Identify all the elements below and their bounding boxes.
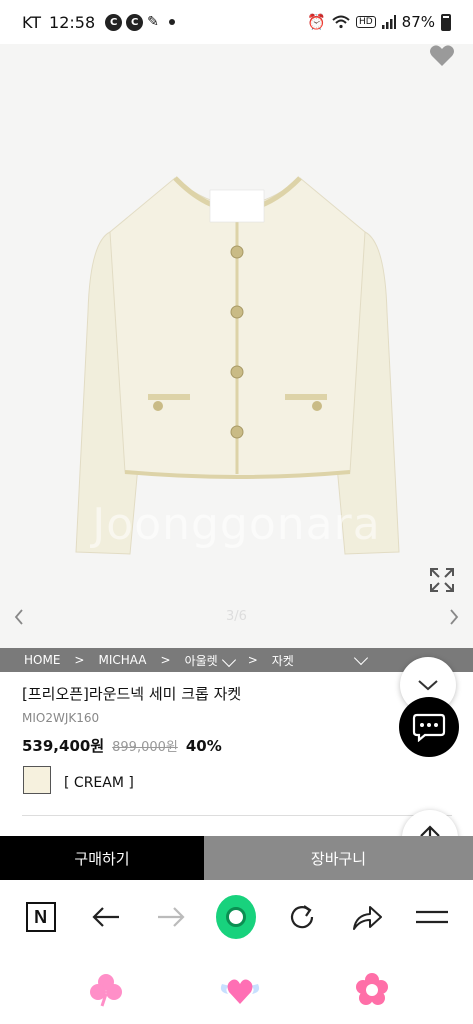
chevron-down-icon [418,680,438,691]
green-dot-button[interactable] [216,895,257,939]
wifi-icon [332,15,350,29]
signal-icon [381,15,396,29]
chevron-down-icon[interactable] [353,650,368,665]
naver-home-button[interactable]: N [21,897,61,937]
discount-rate: 40% [185,737,222,755]
breadcrumb: HOME > MICHAA > 아울렛 > 자켓 [0,648,473,672]
image-pager: 3/6 [226,609,247,624]
next-image-icon[interactable] [447,607,461,627]
back-button[interactable] [86,897,126,937]
menu-icon [416,910,449,924]
expand-icon[interactable] [429,567,455,593]
color-option-label[interactable]: [ CREAM ] [64,775,134,791]
battery-percent: 87% [401,13,435,31]
clock: 12:58 [49,12,96,32]
product-code: MIO2WJK160 [22,711,100,725]
status-bar: KT 12:58 C C ✎ ⏰ HD 87% [0,0,473,44]
color-swatch[interactable] [23,766,51,794]
sticker-bar [0,960,473,1024]
carrier-label: KT [22,12,42,32]
cart-button[interactable]: 장바구니 [204,836,473,880]
breadcrumb-subcategory-label: 자켓 [271,653,294,668]
green-dot-icon [216,895,257,939]
divider [22,815,452,816]
product-gallery[interactable]: Joonggonara 3/6 [0,44,473,648]
sale-price: 539,400원 [22,737,105,755]
original-price: 899,000원 [112,740,178,755]
breadcrumb-home[interactable]: HOME [24,653,60,667]
breadcrumb-category[interactable]: 아울렛 [184,652,236,669]
battery-icon [441,13,451,31]
watermark: Joonggonara [92,499,381,550]
notification-c-icon: C [105,13,123,31]
product-title: [프리오픈]라운드넥 세미 크롭 자켓 [22,685,242,703]
reload-button[interactable] [282,897,322,937]
chat-bubble-icon [412,713,446,742]
arrow-left-icon [92,907,119,927]
breadcrumb-separator: > [74,653,85,667]
alarm-icon: ⏰ [307,13,326,31]
chevron-down-icon [221,652,236,667]
hd-voice-icon: HD [355,16,376,28]
breadcrumb-separator: > [160,653,171,667]
buy-button[interactable]: 구매하기 [0,836,204,880]
breadcrumb-subcategory[interactable]: 자켓 [272,652,294,669]
breadcrumb-category-label: 아울렛 [184,653,218,668]
share-icon [353,906,383,930]
notification-c-icon: C [126,13,144,31]
breadcrumb-brand[interactable]: MICHAA [98,653,146,667]
price-row: 539,400원 899,000원 40% [22,735,222,756]
app-notification-icon: ✎ [147,14,159,30]
winged-heart-icon[interactable] [218,972,262,1008]
share-button[interactable] [347,897,387,937]
menu-button[interactable] [412,897,452,937]
refresh-icon [290,905,313,929]
forward-button[interactable] [151,897,191,937]
breadcrumb-separator: > [247,653,258,667]
wishlist-heart-icon[interactable] [429,44,455,68]
browser-nav: N [0,880,473,954]
more-notifications-dot [168,19,175,25]
naver-logo-icon: N [25,902,56,932]
chat-button[interactable] [399,697,459,757]
arrow-right-icon [158,907,185,927]
pink-flower-icon[interactable] [354,972,390,1008]
pink-clover-icon[interactable] [88,972,124,1008]
